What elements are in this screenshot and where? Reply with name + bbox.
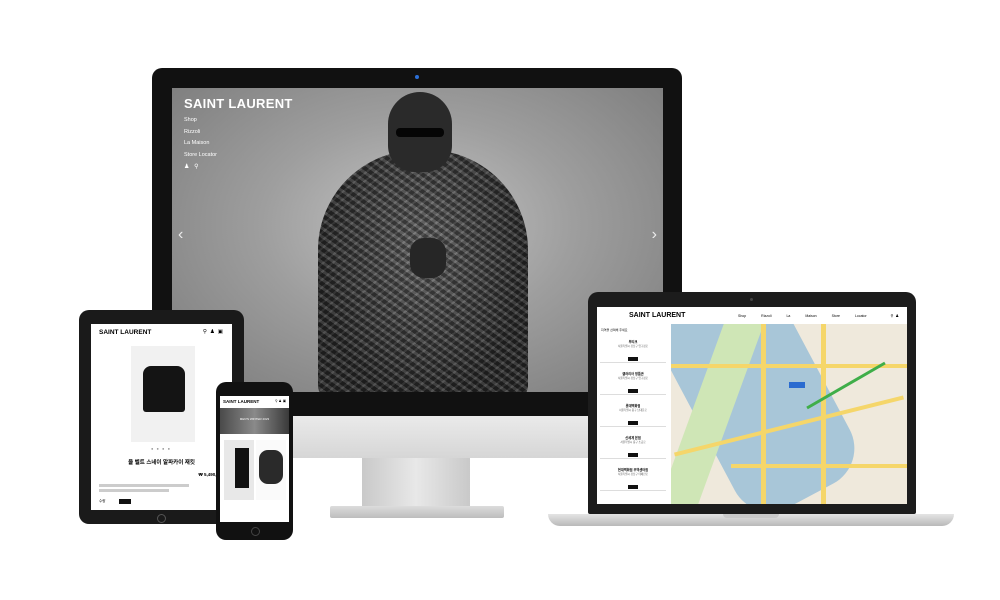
store-detail-button[interactable] <box>628 453 638 458</box>
phone-screen: SAINT LAURENT ⚲♟▣ MEN'S WINTER 2023 <box>220 396 289 522</box>
brand-logo[interactable]: SAINT LAURENT <box>184 96 293 111</box>
product-tile-coat[interactable] <box>256 440 286 500</box>
map-marker-icon[interactable] <box>789 382 805 388</box>
store-detail-button[interactable] <box>628 485 638 490</box>
brand-logo[interactable]: SAINT LAURENT <box>99 329 151 336</box>
laptop-camera <box>750 298 753 301</box>
desktop-main-menu: Shop Rizzoli La Maison Store Locator <box>184 115 217 161</box>
map-road <box>671 364 907 368</box>
brand-logo[interactable]: SAINT LAURENT <box>223 399 259 404</box>
bag-icon[interactable]: ▣ <box>218 329 226 335</box>
store-name: 신세계 본점 <box>625 436 641 440</box>
store-item[interactable]: 현대백화점 무역센터점 서울특별시 강남구 테헤란로 <box>600 464 666 491</box>
search-icon[interactable]: ⚲ <box>194 164 198 170</box>
map-road <box>731 464 907 468</box>
region-filter[interactable]: 지역을 선택해 주세요 <box>601 328 628 332</box>
brand-logo[interactable]: SAINT LAURENT <box>629 312 685 319</box>
store-map[interactable] <box>671 324 907 504</box>
store-detail-button[interactable] <box>628 421 638 426</box>
laptop-notch <box>723 514 779 518</box>
carousel-dots[interactable] <box>402 382 442 386</box>
laptop-screen: SAINT LAURENT Shop Rizzoli La Maison Sto… <box>597 307 907 504</box>
description-line <box>99 489 169 492</box>
product-title: 울 벨트 스네이 알파카이 재킷 <box>128 460 195 466</box>
menu-item-rizzoli[interactable]: Rizzoli <box>184 127 217 139</box>
laptop-header-icons: ⚲♟ <box>890 313 901 318</box>
store-address: 서울특별시 강남구 테헤란로 <box>617 473 649 476</box>
store-item[interactable]: 롯데백화점 서울특별시 중구 남대문로 <box>600 400 666 427</box>
laptop-device: SAINT LAURENT Shop Rizzoli La Maison Sto… <box>588 292 916 514</box>
hero-sunglasses <box>396 128 444 137</box>
store-address: 서울특별시 강남구 압구정로 <box>617 377 649 380</box>
phone-device: SAINT LAURENT ⚲♟▣ MEN'S WINTER 2023 <box>216 382 293 540</box>
nav-store-locator[interactable]: Store Locator <box>832 314 867 318</box>
add-to-bag-button[interactable] <box>119 499 131 504</box>
phone-home-button[interactable] <box>251 527 260 536</box>
search-icon[interactable]: ⚲ <box>203 329 210 335</box>
nav-shop[interactable]: Shop <box>738 314 746 318</box>
map-road <box>761 324 766 504</box>
pants-shape <box>235 448 249 488</box>
store-address: 서울특별시 중구 소공로 <box>620 441 646 444</box>
product-description <box>99 484 209 492</box>
store-name: 현대백화점 무역센터점 <box>617 468 649 472</box>
store-name: 부티크 <box>628 340 638 344</box>
store-item[interactable]: 갤러리아 명품관 서울특별시 강남구 압구정로 <box>600 368 666 395</box>
quantity-label: 수량 <box>99 499 106 503</box>
store-item[interactable]: 신세계 본점 서울특별시 중구 소공로 <box>600 432 666 459</box>
bag-icon[interactable]: ▣ <box>283 399 287 403</box>
coat-shape <box>259 450 283 484</box>
store-address: 서울특별시 강남구 압구정로 <box>617 345 649 348</box>
store-address: 서울특별시 중구 남대문로 <box>619 409 647 412</box>
store-list-panel: 지역을 선택해 주세요 부티크 서울특별시 강남구 압구정로 갤러리아 명품관 … <box>597 324 672 504</box>
desktop-header-icons: ♟ ⚲ <box>184 163 198 170</box>
promo-banner[interactable]: MEN'S WINTER 2023 <box>220 408 289 434</box>
carousel-prev-arrow[interactable]: ‹ <box>178 226 183 244</box>
monitor-stand-foot <box>330 506 504 518</box>
user-icon[interactable]: ♟ <box>895 313 901 318</box>
phone-header-icons: ⚲♟▣ <box>275 399 287 403</box>
user-icon[interactable]: ♟ <box>210 329 218 335</box>
product-image[interactable] <box>131 346 195 442</box>
tablet-header-icons: ⚲♟▣ <box>203 329 226 335</box>
banner-text: MEN'S WINTER 2023 <box>239 417 270 421</box>
product-tile-pants[interactable] <box>224 440 254 500</box>
hero-hand <box>410 238 446 278</box>
image-pagination-dots[interactable]: ● ● ● ● <box>151 446 171 451</box>
store-name: 롯데백화점 <box>625 404 641 408</box>
nav-la-maison[interactable]: La Maison <box>786 314 816 318</box>
description-line <box>99 484 189 487</box>
tablet-home-button[interactable] <box>157 514 166 523</box>
menu-item-la-maison[interactable]: La Maison <box>184 138 217 150</box>
menu-item-shop[interactable]: Shop <box>184 115 217 127</box>
camera-dot <box>415 75 419 79</box>
store-detail-button[interactable] <box>628 357 638 362</box>
store-item[interactable]: 부티크 서울특별시 강남구 압구정로 <box>600 336 666 363</box>
laptop-nav: Shop Rizzoli La Maison Store Locator <box>738 314 867 318</box>
jacket-shape <box>143 366 185 412</box>
tablet-screen: SAINT LAURENT ⚲♟▣ ● ● ● ● 울 벨트 스네이 알파카이 … <box>91 324 232 510</box>
monitor-stand-neck <box>362 458 470 508</box>
store-detail-button[interactable] <box>628 389 638 394</box>
menu-item-store-locator[interactable]: Store Locator <box>184 150 217 162</box>
user-icon[interactable]: ♟ <box>184 164 189 170</box>
nav-rizzoli[interactable]: Rizzoli <box>761 314 771 318</box>
store-name: 갤러리아 명품관 <box>622 372 644 376</box>
carousel-next-arrow[interactable]: › <box>652 226 657 244</box>
